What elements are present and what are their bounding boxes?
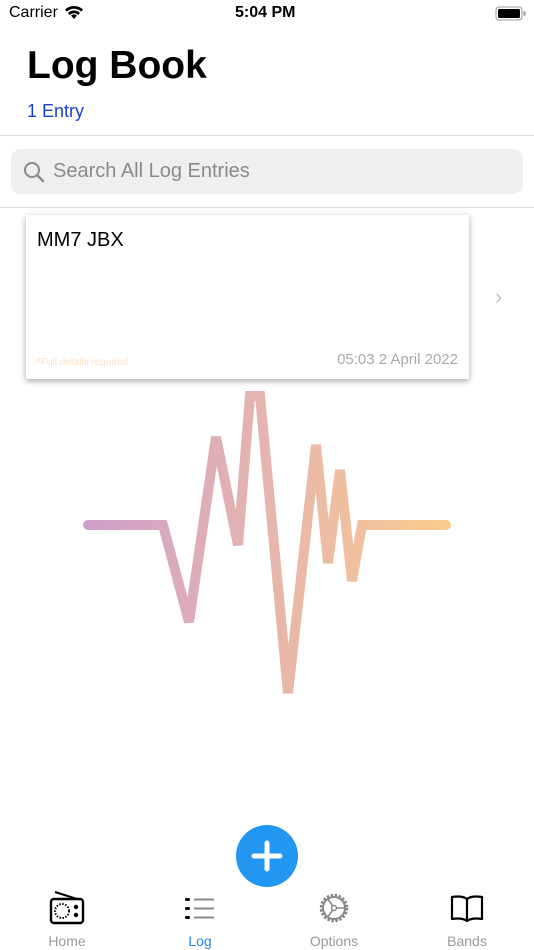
chevron-right-icon[interactable]: › — [495, 284, 502, 310]
radio-icon — [49, 891, 85, 925]
tab-bands[interactable]: Bands — [417, 890, 517, 949]
waveform-line — [83, 391, 451, 694]
search-input[interactable]: Search All Log Entries — [11, 149, 523, 194]
log-entry-card[interactable]: MM7 JBX *Full details required 05:03 2 A… — [26, 215, 469, 379]
tab-home[interactable]: Home — [17, 890, 117, 949]
entry-datetime: 05:03 2 April 2022 — [337, 351, 458, 368]
entry-count: 1 Entry — [27, 101, 85, 121]
callsign: MM7 JBX — [37, 229, 124, 251]
book-icon — [450, 895, 484, 923]
clock: 5:04 PM — [235, 4, 296, 21]
carrier: Carrier — [9, 4, 58, 21]
search-placeholder: Search All Log Entries — [53, 160, 250, 182]
battery-icon — [495, 6, 526, 21]
search-icon — [24, 161, 45, 182]
page-title: Log Book — [27, 44, 207, 87]
plus-icon — [251, 840, 283, 872]
tab-log[interactable]: Log — [150, 890, 250, 949]
add-entry-button[interactable] — [236, 825, 298, 887]
divider — [0, 135, 534, 136]
tab-options[interactable]: Options — [284, 890, 384, 949]
waveform-graphic — [83, 391, 451, 694]
list-icon — [185, 898, 214, 919]
divider — [0, 207, 534, 208]
tab-label: Options — [309, 933, 359, 949]
details-required-note: *Full details required — [37, 357, 129, 368]
gear-icon — [319, 893, 349, 923]
tab-label: Log — [188, 933, 212, 949]
tab-label: Home — [48, 933, 86, 949]
wifi-icon — [65, 5, 83, 20]
tab-label: Bands — [447, 933, 487, 949]
